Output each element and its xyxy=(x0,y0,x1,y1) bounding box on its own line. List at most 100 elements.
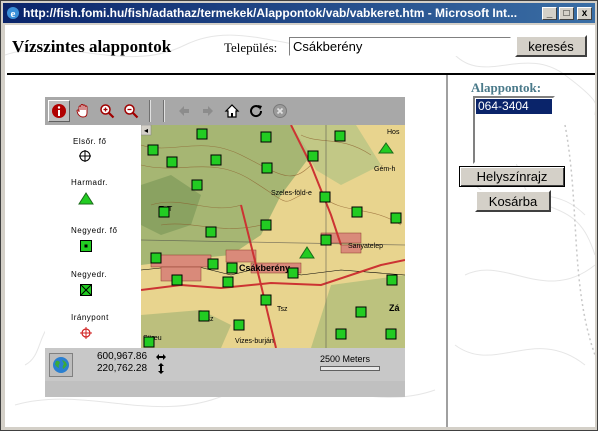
survey-point-marker[interactable] xyxy=(158,206,170,218)
home-button[interactable] xyxy=(221,100,243,122)
column-divider xyxy=(445,75,448,427)
refresh-icon xyxy=(250,105,263,118)
legend-label-negyedr-fo: Negyedr. fő xyxy=(71,226,118,235)
survey-point-marker[interactable] xyxy=(166,156,178,168)
survey-point-marker[interactable] xyxy=(147,144,159,156)
place-label: Tsz xyxy=(277,306,288,313)
survey-point-marker[interactable] xyxy=(335,328,347,340)
close-button[interactable]: x xyxy=(577,6,592,20)
place-label: Sanyatelep xyxy=(348,243,383,250)
search-button[interactable]: keresés xyxy=(515,35,587,57)
survey-point-marker[interactable] xyxy=(150,252,162,264)
back-button[interactable] xyxy=(173,100,195,122)
survey-point-marker[interactable] xyxy=(386,274,398,286)
zoom-in-button[interactable] xyxy=(96,100,118,122)
helyszinrajz-button[interactable]: Helyszínrajz xyxy=(459,166,565,187)
place-label: Zá xyxy=(389,303,400,313)
survey-point-marker[interactable] xyxy=(390,212,402,224)
info-tool-button[interactable] xyxy=(48,100,70,122)
survey-point-marker[interactable] xyxy=(385,328,397,340)
survey-point-marker[interactable] xyxy=(226,262,238,274)
svg-text:e: e xyxy=(11,8,16,20)
forward-arrow-icon xyxy=(203,106,213,116)
minimize-button[interactable]: _ xyxy=(542,6,557,20)
pan-tool-button[interactable] xyxy=(72,100,94,122)
survey-point-marker[interactable] xyxy=(196,128,208,140)
survey-point-marker[interactable] xyxy=(307,150,319,162)
survey-point-marker[interactable] xyxy=(233,319,245,331)
map-legend: Elsőr. fő Harmadr. Negyedr. fő Negyedr. … xyxy=(45,125,141,348)
stop-button[interactable] xyxy=(269,100,291,122)
zoom-in-icon xyxy=(100,104,115,119)
map-toolbar xyxy=(45,97,405,125)
survey-point-marker[interactable] xyxy=(287,267,299,279)
zoom-out-icon xyxy=(124,104,139,119)
survey-point-marker[interactable] xyxy=(260,219,272,231)
green-square-dot-icon xyxy=(80,240,92,252)
svg-text:◂: ◂ xyxy=(144,126,148,135)
title-bar: e http://fish.fomi.hu/fish/adathaz/terme… xyxy=(3,3,595,23)
green-square-x-icon xyxy=(80,284,92,296)
browser-window: e http://fish.fomi.hu/fish/adathaz/terme… xyxy=(0,0,598,431)
survey-point-marker[interactable] xyxy=(319,191,331,203)
map-viewer: Elsőr. fő Harmadr. Negyedr. fő Negyedr. … xyxy=(45,97,405,397)
scale-bar xyxy=(320,366,380,371)
place-label: Gém-h xyxy=(374,166,396,173)
toolbar-separator xyxy=(163,100,165,122)
place-label: Vizes-burján xyxy=(235,338,274,345)
window-title: http://fish.fomi.hu/fish/adathaz/termeke… xyxy=(23,6,518,20)
survey-point-marker[interactable] xyxy=(171,274,183,286)
back-arrow-icon xyxy=(179,106,189,116)
survey-point-marker[interactable] xyxy=(143,336,155,348)
legend-label-negyedr: Negyedr. xyxy=(71,270,108,279)
kosarba-button[interactable]: Kosárba xyxy=(475,190,551,212)
green-triangle-icon xyxy=(78,192,94,205)
survey-point-marker[interactable] xyxy=(261,162,273,174)
survey-point-marker[interactable] xyxy=(191,179,203,191)
survey-point-marker[interactable] xyxy=(222,276,234,288)
survey-point-marker[interactable] xyxy=(334,130,346,142)
crosshair-circle-icon xyxy=(79,150,91,162)
pan-hand-icon xyxy=(76,104,88,118)
survey-point-marker[interactable] xyxy=(351,206,363,218)
ie-logo-icon: e xyxy=(7,7,19,20)
coordinate-y: 220,762.28 xyxy=(97,363,148,374)
globe-icon xyxy=(53,357,69,373)
page-content: Vízszintes alappontok Település: keresés xyxy=(5,25,595,427)
info-icon xyxy=(52,104,66,118)
red-crosshair-icon xyxy=(80,327,92,339)
page-title: Vízszintes alappontok xyxy=(12,37,172,56)
legend-label-iranypont: Iránypont xyxy=(71,313,109,322)
refresh-button[interactable] xyxy=(245,100,267,122)
header-divider xyxy=(7,73,595,75)
maximize-button[interactable]: □ xyxy=(559,6,574,20)
vertical-arrows-icon xyxy=(158,363,164,374)
telepules-input[interactable] xyxy=(289,37,511,56)
place-label: Szeles-föld-e xyxy=(271,190,312,197)
coordinate-x: 600,967.86 xyxy=(97,351,148,362)
survey-point-marker[interactable] xyxy=(320,234,332,246)
telepules-label: Település: xyxy=(224,40,278,55)
survey-point-marker[interactable] xyxy=(260,294,272,306)
topographic-map[interactable]: ◂ Szeles-föld-e Csákberény Vizes-burján … xyxy=(141,125,405,348)
survey-point-marker[interactable] xyxy=(210,154,222,166)
survey-point-marker[interactable] xyxy=(198,310,210,322)
map-statusbar: 600,967.86 220,762.28 2500 Meters xyxy=(45,348,405,381)
toolbar-separator xyxy=(149,100,151,122)
legend-label-elsor: Elsőr. fő xyxy=(73,137,107,146)
overview-button[interactable] xyxy=(49,353,73,377)
legend-label-harmadr: Harmadr. xyxy=(71,178,108,187)
alappontok-listbox[interactable]: 064-3404 xyxy=(473,96,555,164)
scale-label: 2500 Meters xyxy=(320,354,371,364)
place-label: Hos xyxy=(387,129,400,136)
survey-point-marker[interactable] xyxy=(205,226,217,238)
forward-button[interactable] xyxy=(197,100,219,122)
place-label: Csákberény xyxy=(239,263,290,273)
survey-point-marker[interactable] xyxy=(355,306,367,318)
survey-point-marker[interactable] xyxy=(207,258,219,270)
list-item[interactable]: 064-3404 xyxy=(476,99,552,114)
survey-point-marker[interactable] xyxy=(260,131,272,143)
stop-icon xyxy=(273,104,287,118)
zoom-out-button[interactable] xyxy=(120,100,142,122)
horizontal-arrows-icon xyxy=(156,354,166,360)
